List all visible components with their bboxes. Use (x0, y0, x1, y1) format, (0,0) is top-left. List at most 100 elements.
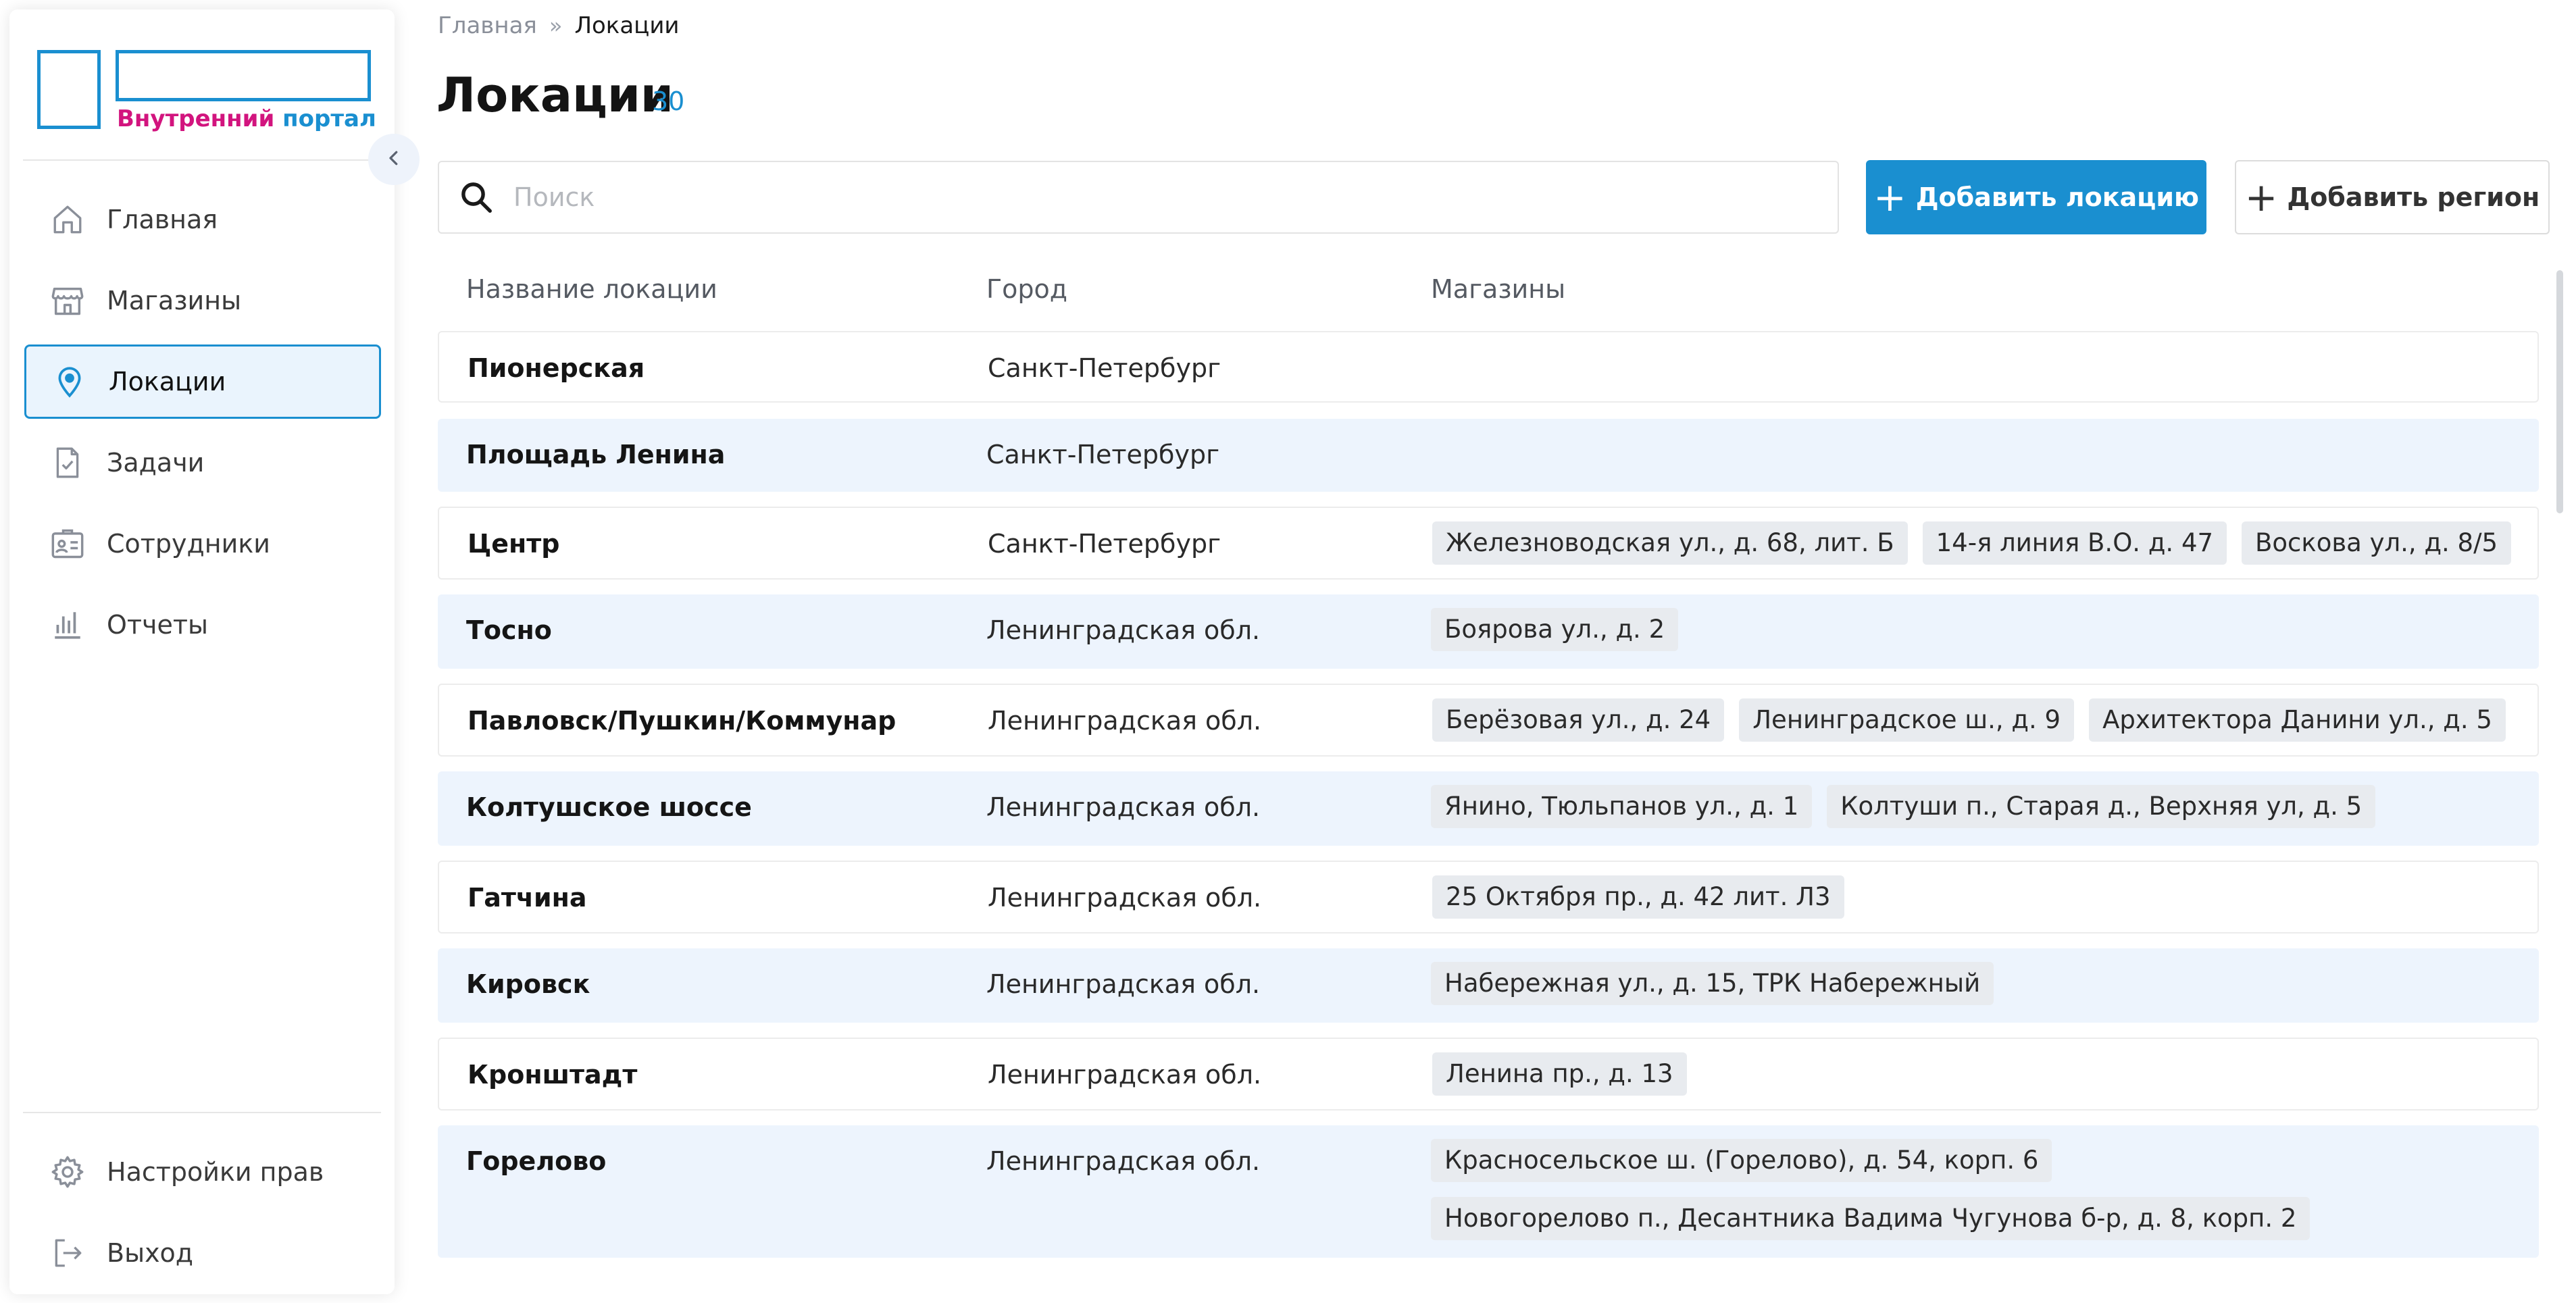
cell-location-name: Кронштадт (468, 1060, 638, 1090)
sidebar-item-label: Выход (107, 1238, 194, 1268)
cell-location-name: Кировск (466, 969, 590, 999)
logout-icon (46, 1231, 89, 1275)
cell-city: Ленинградская обл. (986, 615, 1261, 645)
sidebar-item-logout[interactable]: Выход (24, 1216, 381, 1290)
table-row[interactable]: Гатчина Ленинградская обл. 25 Октября пр… (438, 861, 2539, 934)
sidebar-item-label: Настройки прав (107, 1157, 324, 1187)
table-row[interactable]: Кировск Ленинградская обл. Набережная ул… (438, 948, 2539, 1023)
sidebar-item-label: Сотрудники (107, 529, 270, 559)
shop-chip[interactable]: Янино, Тюльпанов ул., д. 1 (1431, 785, 1813, 828)
breadcrumb-current: Локации (574, 12, 680, 39)
cell-city: Ленинградская обл. (986, 969, 1261, 999)
search-input[interactable] (512, 182, 1838, 213)
logo[interactable]: Внутренний портал (28, 41, 376, 135)
cell-city: Ленинградская обл. (986, 792, 1261, 822)
sidebar-item-stores[interactable]: Магазины (24, 263, 381, 338)
add-location-button[interactable]: + Добавить локацию (1866, 160, 2206, 234)
cell-location-name: Гатчина (468, 883, 587, 913)
column-header-name[interactable]: Название локации (466, 274, 717, 304)
table-row[interactable]: Пионерская Санкт-Петербург (438, 331, 2539, 403)
shop-chip[interactable]: Воскова ул., д. 8/5 (2242, 521, 2512, 565)
sidebar-item-locations[interactable]: Локации (24, 344, 381, 419)
sidebar: Внутренний портал Главная Магазины Локац… (9, 9, 395, 1294)
cell-shops: Берёзовая ул., д. 24 Ленинградское ш., д… (1432, 698, 2527, 742)
shop-chip[interactable]: Ленина пр., д. 13 (1432, 1052, 1687, 1096)
shop-chip[interactable]: Архитектора Данини ул., д. 5 (2089, 698, 2506, 742)
bar-chart-icon (46, 603, 89, 646)
cell-location-name: Колтушское шоссе (466, 792, 752, 822)
table-row[interactable]: Кронштадт Ленинградская обл. Ленина пр.,… (438, 1038, 2539, 1110)
sidebar-item-permissions[interactable]: Настройки прав (24, 1135, 381, 1209)
table-row[interactable]: Колтушское шоссе Ленинградская обл. Янин… (438, 771, 2539, 846)
sidebar-item-label: Локации (109, 367, 226, 397)
table-row[interactable]: Павловск/Пушкин/Коммунар Ленинградская о… (438, 684, 2539, 757)
table-header: Название локации Город Магазины (438, 270, 2539, 311)
plus-icon: + (1873, 174, 1906, 220)
sidebar-item-label: Магазины (107, 286, 242, 315)
cell-shops: Боярова ул., д. 2 (1431, 608, 2525, 651)
cell-location-name: Горелово (466, 1146, 607, 1176)
cell-location-name: Центр (468, 529, 560, 559)
sidebar-divider-top (23, 159, 381, 161)
task-document-icon (46, 441, 89, 484)
location-pin-icon (48, 360, 91, 403)
sidebar-item-home[interactable]: Главная (24, 182, 381, 257)
shop-chip[interactable]: Красносельское ш. (Горелово), д. 54, кор… (1431, 1139, 2052, 1182)
sidebar-collapse-button[interactable] (368, 134, 420, 185)
table-row[interactable]: Тосно Ленинградская обл. Боярова ул., д.… (438, 594, 2539, 669)
scrollbar[interactable] (2556, 270, 2563, 1256)
shop-chip[interactable]: Берёзовая ул., д. 24 (1432, 698, 1725, 742)
shop-chip[interactable]: Железноводская ул., д. 68, лит. Б (1432, 521, 1908, 565)
breadcrumb-home-link[interactable]: Главная (438, 12, 537, 39)
add-region-label: Добавить регион (2287, 182, 2540, 212)
sidebar-item-label: Главная (107, 205, 218, 234)
shop-chip[interactable]: 25 Октября пр., д. 42 лит. Л3 (1432, 875, 1844, 919)
add-location-label: Добавить локацию (1915, 182, 2199, 212)
cell-shops: Железноводская ул., д. 68, лит. Б 14-я л… (1432, 521, 2527, 565)
shop-chip[interactable]: Колтуши п., Старая д., Верхняя ул, д. 5 (1827, 785, 2376, 828)
cell-city: Ленинградская обл. (988, 1060, 1262, 1090)
cell-city: Ленинградская обл. (988, 706, 1262, 736)
gear-icon (46, 1150, 89, 1194)
add-region-button[interactable]: + Добавить регион (2235, 160, 2550, 234)
sidebar-item-reports[interactable]: Отчеты (24, 588, 381, 662)
logo-square (37, 50, 101, 129)
cell-location-name: Павловск/Пушкин/Коммунар (468, 706, 896, 736)
cell-shops: Набережная ул., д. 15, ТРК Набережный (1431, 962, 2525, 1005)
shop-chip[interactable]: Ленинградское ш., д. 9 (1739, 698, 2075, 742)
sidebar-item-employees[interactable]: Сотрудники (24, 507, 381, 581)
page-count-badge: 30 (652, 86, 685, 116)
shop-chip[interactable]: Боярова ул., д. 2 (1431, 608, 1679, 651)
cell-city: Санкт-Петербург (986, 440, 1220, 469)
cell-city: Ленинградская обл. (986, 1146, 1261, 1176)
scrollbar-thumb[interactable] (2556, 270, 2563, 513)
plus-icon: + (2244, 174, 2278, 220)
cell-city: Санкт-Петербург (988, 353, 1221, 383)
sidebar-item-tasks[interactable]: Задачи (24, 426, 381, 500)
column-header-city[interactable]: Город (986, 274, 1067, 304)
cell-shops: Красносельское ш. (Горелово), д. 54, кор… (1431, 1139, 2525, 1240)
shop-chip[interactable]: 14-я линия В.О. д. 47 (1922, 521, 2227, 565)
shop-chip[interactable]: Новогорелово п., Десантника Вадима Чугун… (1431, 1197, 2310, 1240)
search-box[interactable] (438, 161, 1839, 234)
breadcrumb-separator: » (549, 13, 563, 39)
column-header-shops[interactable]: Магазины (1431, 274, 1565, 304)
breadcrumb: Главная » Локации (438, 12, 680, 39)
table-row[interactable]: Площадь Ленина Санкт-Петербург (438, 419, 2539, 492)
cell-city: Ленинградская обл. (988, 883, 1262, 913)
chevron-left-icon (384, 148, 404, 171)
page-title: Локации (436, 68, 674, 123)
cell-shops: Янино, Тюльпанов ул., д. 1 Колтуши п., С… (1431, 785, 2525, 828)
logo-word-2: портал (282, 105, 376, 132)
table-row[interactable]: Центр Санкт-Петербург Железноводская ул.… (438, 507, 2539, 580)
sidebar-item-label: Задачи (107, 448, 205, 478)
shop-chip[interactable]: Набережная ул., д. 15, ТРК Набережный (1431, 962, 1994, 1005)
sidebar-item-label: Отчеты (107, 610, 209, 640)
cell-shops: 25 Октября пр., д. 42 лит. Л3 (1432, 875, 2527, 919)
cell-city: Санкт-Петербург (988, 529, 1221, 559)
id-card-icon (46, 522, 89, 565)
table-row[interactable]: Горелово Ленинградская обл. Красносельск… (438, 1125, 2539, 1258)
logo-word-1: Внутренний (117, 105, 275, 132)
search-icon (458, 177, 499, 218)
cell-location-name: Тосно (466, 615, 552, 645)
